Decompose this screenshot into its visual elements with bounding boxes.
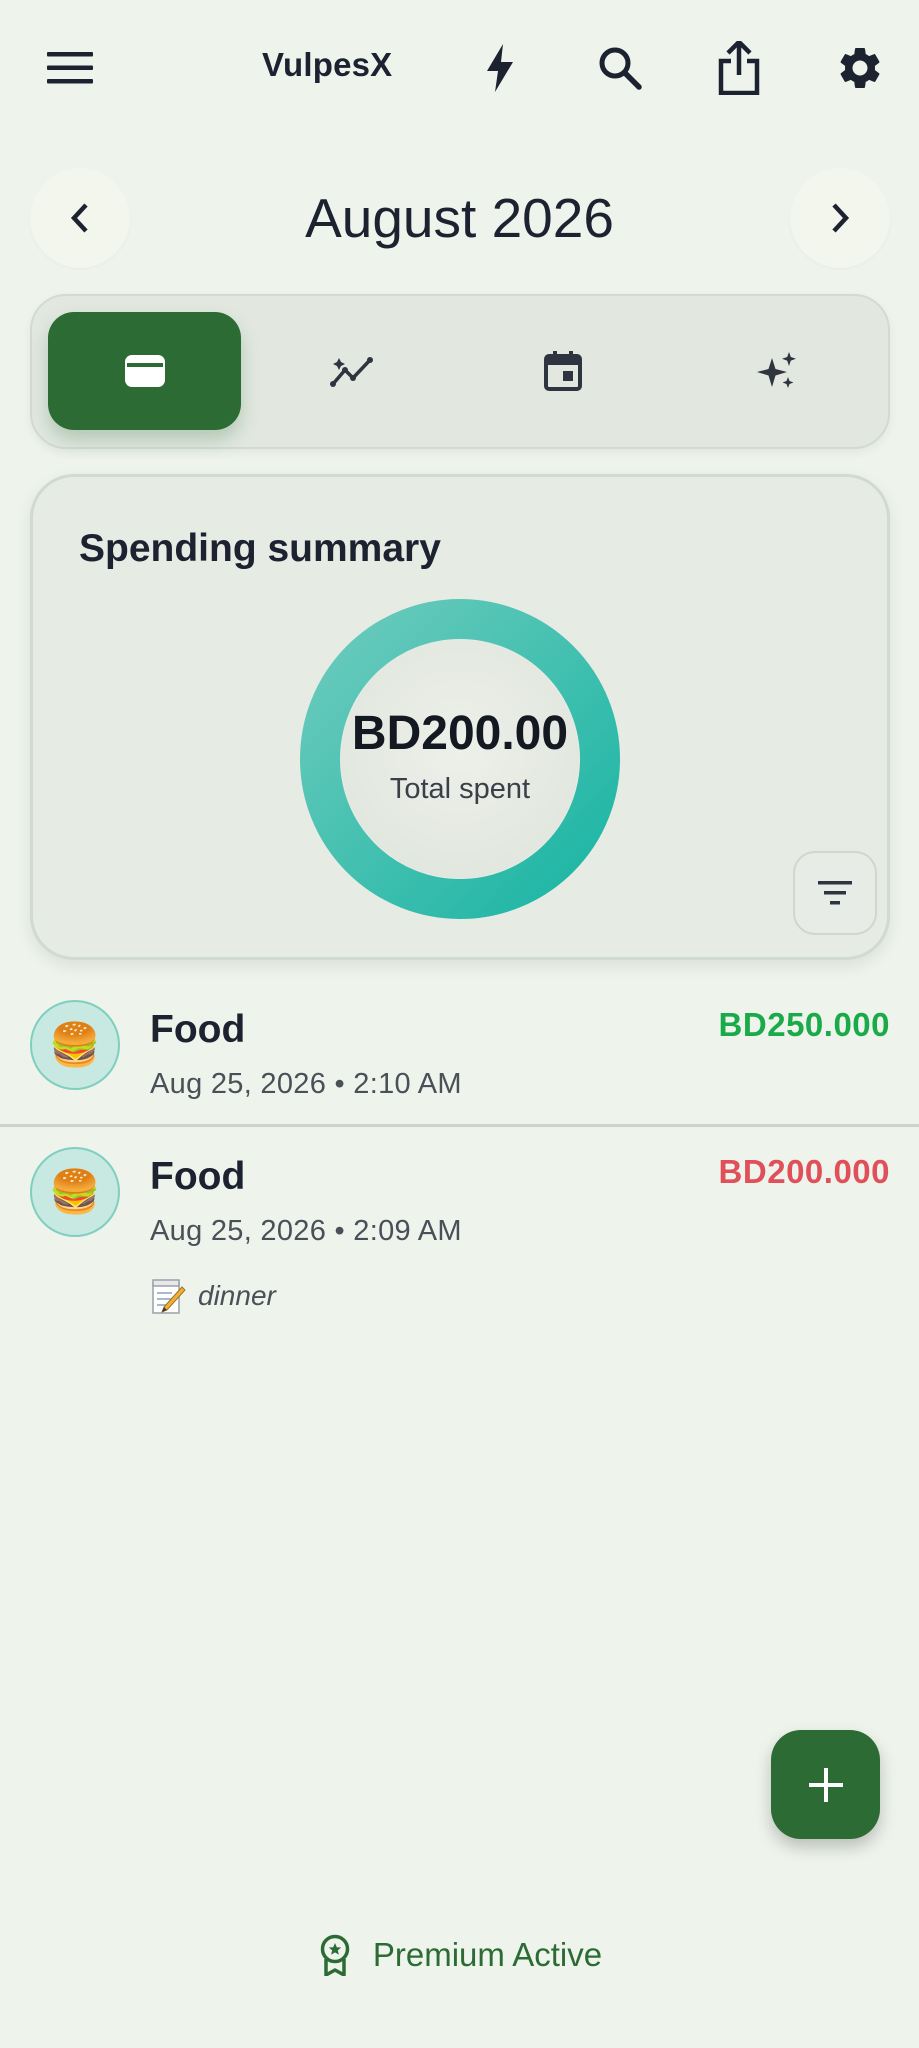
transaction-row[interactable]: 🍔 Food Aug 25, 2026 • 2:09 AM BD200.000 … xyxy=(0,1147,919,1327)
transaction-date: Aug 25, 2026 • 2:09 AM xyxy=(150,1215,462,1247)
settings-icon[interactable] xyxy=(824,32,896,104)
sparkle-icon xyxy=(756,352,796,388)
donut-center: BD200.00 Total spent xyxy=(300,599,620,919)
search-icon[interactable] xyxy=(584,32,656,104)
transaction-amount: BD250.000 xyxy=(718,1006,890,1043)
app-title: VulpesX xyxy=(262,46,393,83)
transaction-note: dinner xyxy=(150,1277,276,1315)
category-avatar: 🍔 xyxy=(30,1000,120,1090)
total-spent-label: Total spent xyxy=(389,773,531,805)
note-text: dinner xyxy=(198,1280,276,1311)
trend-icon xyxy=(329,357,373,387)
transaction-category: Food xyxy=(150,1008,246,1051)
wallet-icon xyxy=(124,355,165,387)
tab-insights[interactable] xyxy=(680,312,873,430)
tab-calendar[interactable] xyxy=(466,312,659,430)
menu-icon[interactable] xyxy=(34,32,106,104)
transaction-date: Aug 25, 2026 • 2:10 AM xyxy=(150,1068,462,1100)
top-app-bar: VulpesX xyxy=(0,0,919,140)
category-avatar: 🍔 xyxy=(30,1147,120,1237)
filter-button[interactable] xyxy=(793,851,877,935)
plus-icon xyxy=(808,1767,843,1802)
calendar-icon xyxy=(543,351,582,391)
month-navigator: August 2026 xyxy=(0,168,919,268)
card-title: Spending summary xyxy=(79,527,441,570)
month-title: August 2026 xyxy=(305,187,614,249)
tab-trends[interactable] xyxy=(256,312,449,430)
transaction-category: Food xyxy=(150,1155,246,1198)
memo-icon xyxy=(152,1279,186,1314)
next-month-button[interactable] xyxy=(790,168,890,268)
add-transaction-button[interactable] xyxy=(771,1730,880,1839)
spending-summary-card: Spending summary BD200.00 Total spent xyxy=(30,474,890,960)
chevron-right-icon xyxy=(832,203,850,233)
transaction-amount: BD200.000 xyxy=(718,1153,890,1190)
award-icon xyxy=(320,1934,350,1976)
tab-overview[interactable] xyxy=(48,312,241,430)
premium-label: Premium Active xyxy=(372,1936,603,1973)
premium-status[interactable]: Premium Active xyxy=(0,1934,919,1976)
share-icon[interactable] xyxy=(703,32,775,104)
lightning-icon[interactable] xyxy=(464,32,536,104)
total-spent-amount: BD200.00 xyxy=(351,707,569,760)
view-tab-bar xyxy=(30,294,890,449)
filter-icon xyxy=(818,881,852,905)
transaction-row[interactable]: 🍔 Food Aug 25, 2026 • 2:10 AM BD250.000 xyxy=(0,1000,919,1120)
divider xyxy=(0,1124,919,1127)
